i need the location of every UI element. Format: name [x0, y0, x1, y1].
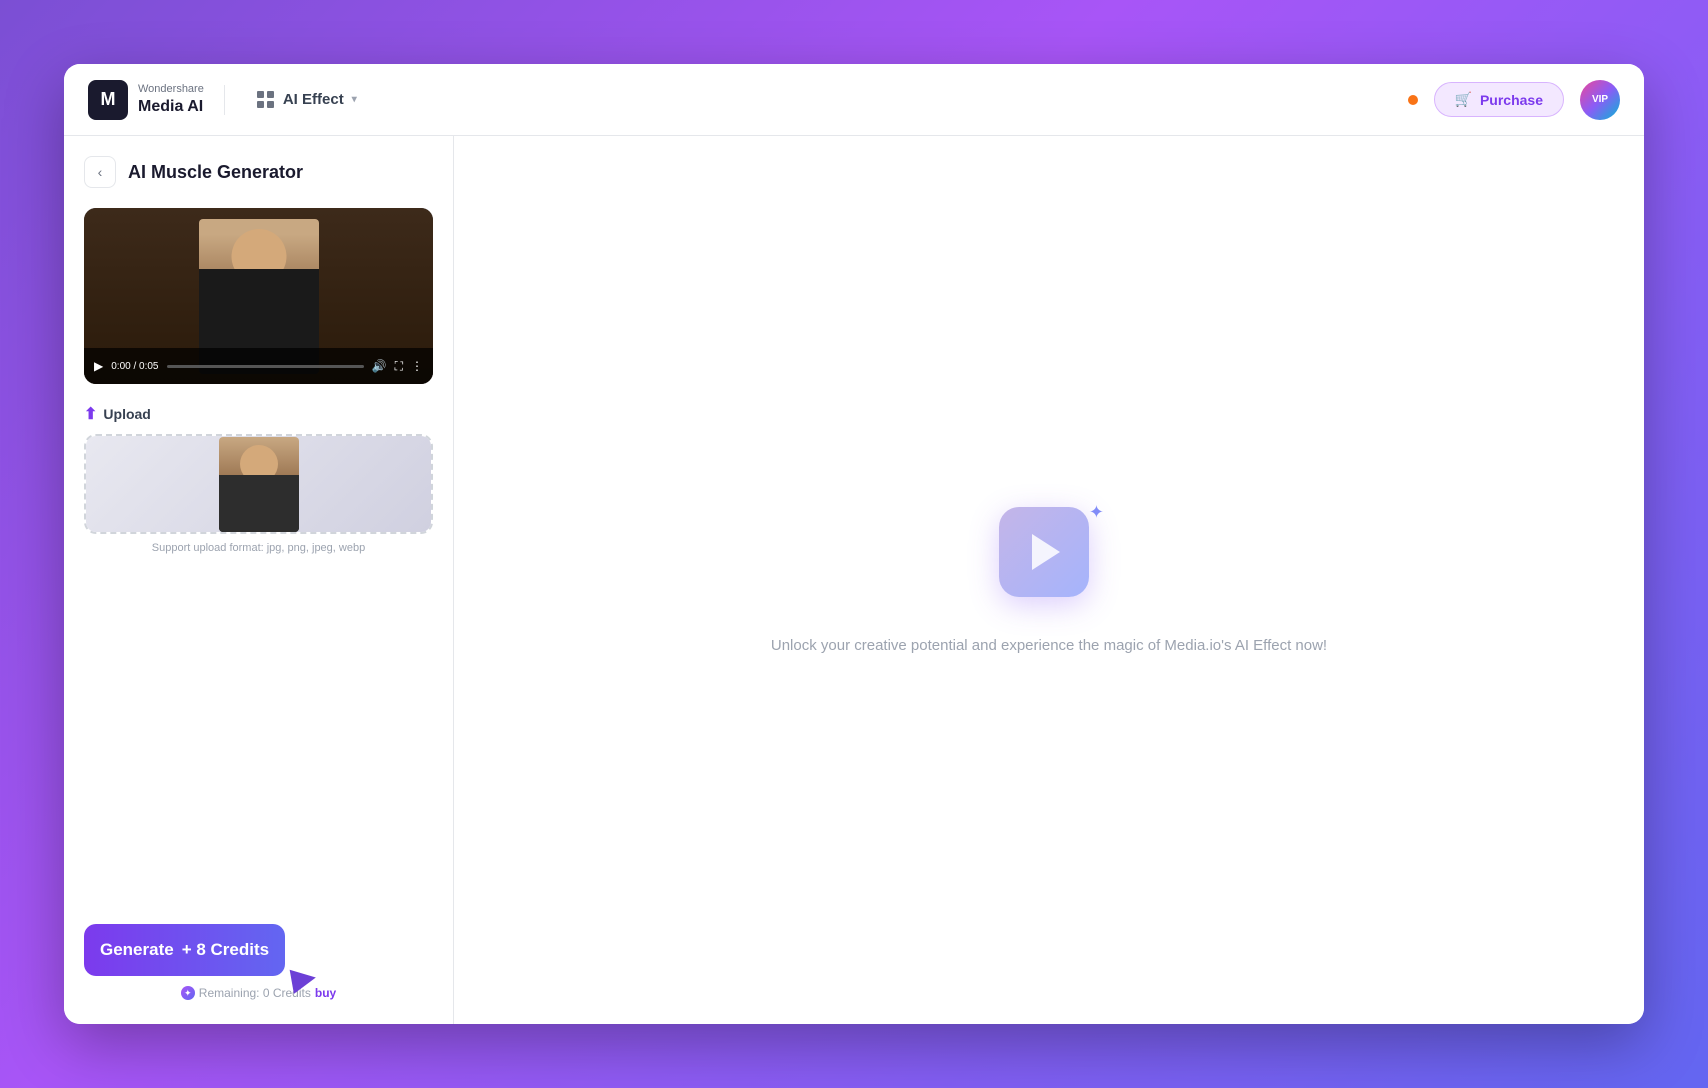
upload-text: Upload: [103, 406, 150, 422]
play-button[interactable]: ▶: [94, 359, 103, 373]
grid-icon: [257, 91, 275, 109]
sidebar: ‹ AI Muscle Generator ▶ 0:00 / 0:05 🔊 ⛶ …: [64, 136, 454, 1024]
cart-icon: 🛒: [1455, 91, 1472, 108]
main-tagline: Unlock your creative potential and exper…: [771, 637, 1327, 654]
back-button[interactable]: ‹: [84, 156, 116, 188]
sidebar-header: ‹ AI Muscle Generator: [84, 156, 433, 188]
app-body: ‹ AI Muscle Generator ▶ 0:00 / 0:05 🔊 ⛶ …: [64, 136, 1644, 1024]
video-preview: ▶ 0:00 / 0:05 🔊 ⛶ ⋮: [84, 208, 433, 384]
face-image: [219, 437, 299, 532]
vip-label: VIP: [1592, 94, 1608, 105]
vip-avatar[interactable]: VIP: [1580, 80, 1620, 120]
app-window: M Wondershare Media AI AI Effect ▾ 🛒 Pur…: [64, 64, 1644, 1024]
nav-separator: [224, 85, 225, 115]
remaining-text: Remaining: 0 Credits: [199, 986, 311, 1000]
play-icon-container: ✦: [999, 507, 1099, 607]
upload-dropzone[interactable]: [84, 434, 433, 534]
brand-bottom: Media AI: [138, 97, 204, 116]
generate-area: Generate + 8 Credits ▶ ✦ Remaining: 0 Cr…: [84, 908, 433, 1000]
credits-info: ✦ Remaining: 0 Credits buy: [84, 986, 433, 1000]
header: M Wondershare Media AI AI Effect ▾ 🛒 Pur…: [64, 64, 1644, 136]
main-placeholder: ✦ Unlock your creative potential and exp…: [771, 507, 1327, 654]
fullscreen-icon[interactable]: ⛶: [395, 359, 403, 374]
main-content: ✦ Unlock your creative potential and exp…: [454, 136, 1644, 1024]
upload-section: ⬆ Upload Support upload format: jpg, png…: [84, 404, 433, 554]
video-controls: ▶ 0:00 / 0:05 🔊 ⛶ ⋮: [84, 348, 433, 384]
header-right: 🛒 Purchase VIP: [1408, 80, 1620, 120]
ai-effect-button[interactable]: AI Effect ▾: [245, 85, 369, 115]
purchase-button[interactable]: 🛒 Purchase: [1434, 82, 1564, 117]
time-display: 0:00 / 0:05: [111, 361, 158, 372]
logo-area: M Wondershare Media AI: [88, 80, 204, 120]
back-icon: ‹: [98, 164, 103, 180]
chevron-down-icon: ▾: [352, 94, 357, 105]
logo-text: Wondershare Media AI: [138, 83, 204, 115]
play-icon-box: [999, 507, 1089, 597]
generate-button[interactable]: Generate + 8 Credits: [84, 924, 285, 976]
generate-credits: + 8 Credits: [182, 940, 269, 960]
progress-bar[interactable]: [167, 365, 364, 368]
upload-label: ⬆ Upload: [84, 404, 433, 424]
volume-icon[interactable]: 🔊: [372, 359, 387, 373]
sidebar-title: AI Muscle Generator: [128, 162, 303, 183]
play-triangle-icon: [1032, 534, 1060, 570]
sparkle-icon: ✦: [1089, 502, 1104, 523]
sidebar-spacer: [84, 566, 433, 908]
logo-icon: M: [88, 80, 128, 120]
brand-top: Wondershare: [138, 83, 204, 96]
buy-link[interactable]: buy: [315, 986, 336, 1000]
more-options-icon[interactable]: ⋮: [411, 359, 423, 373]
generate-btn-wrapper: Generate + 8 Credits ▶: [84, 924, 285, 976]
credits-circle-icon: ✦: [181, 986, 195, 1000]
status-indicator: [1408, 95, 1418, 105]
uploaded-photo: [86, 436, 431, 532]
ai-effect-label: AI Effect: [283, 91, 344, 108]
generate-label: Generate: [100, 940, 174, 960]
upload-icon: ⬆: [84, 404, 97, 424]
upload-hint: Support upload format: jpg, png, jpeg, w…: [84, 542, 433, 554]
purchase-label: Purchase: [1480, 92, 1543, 108]
